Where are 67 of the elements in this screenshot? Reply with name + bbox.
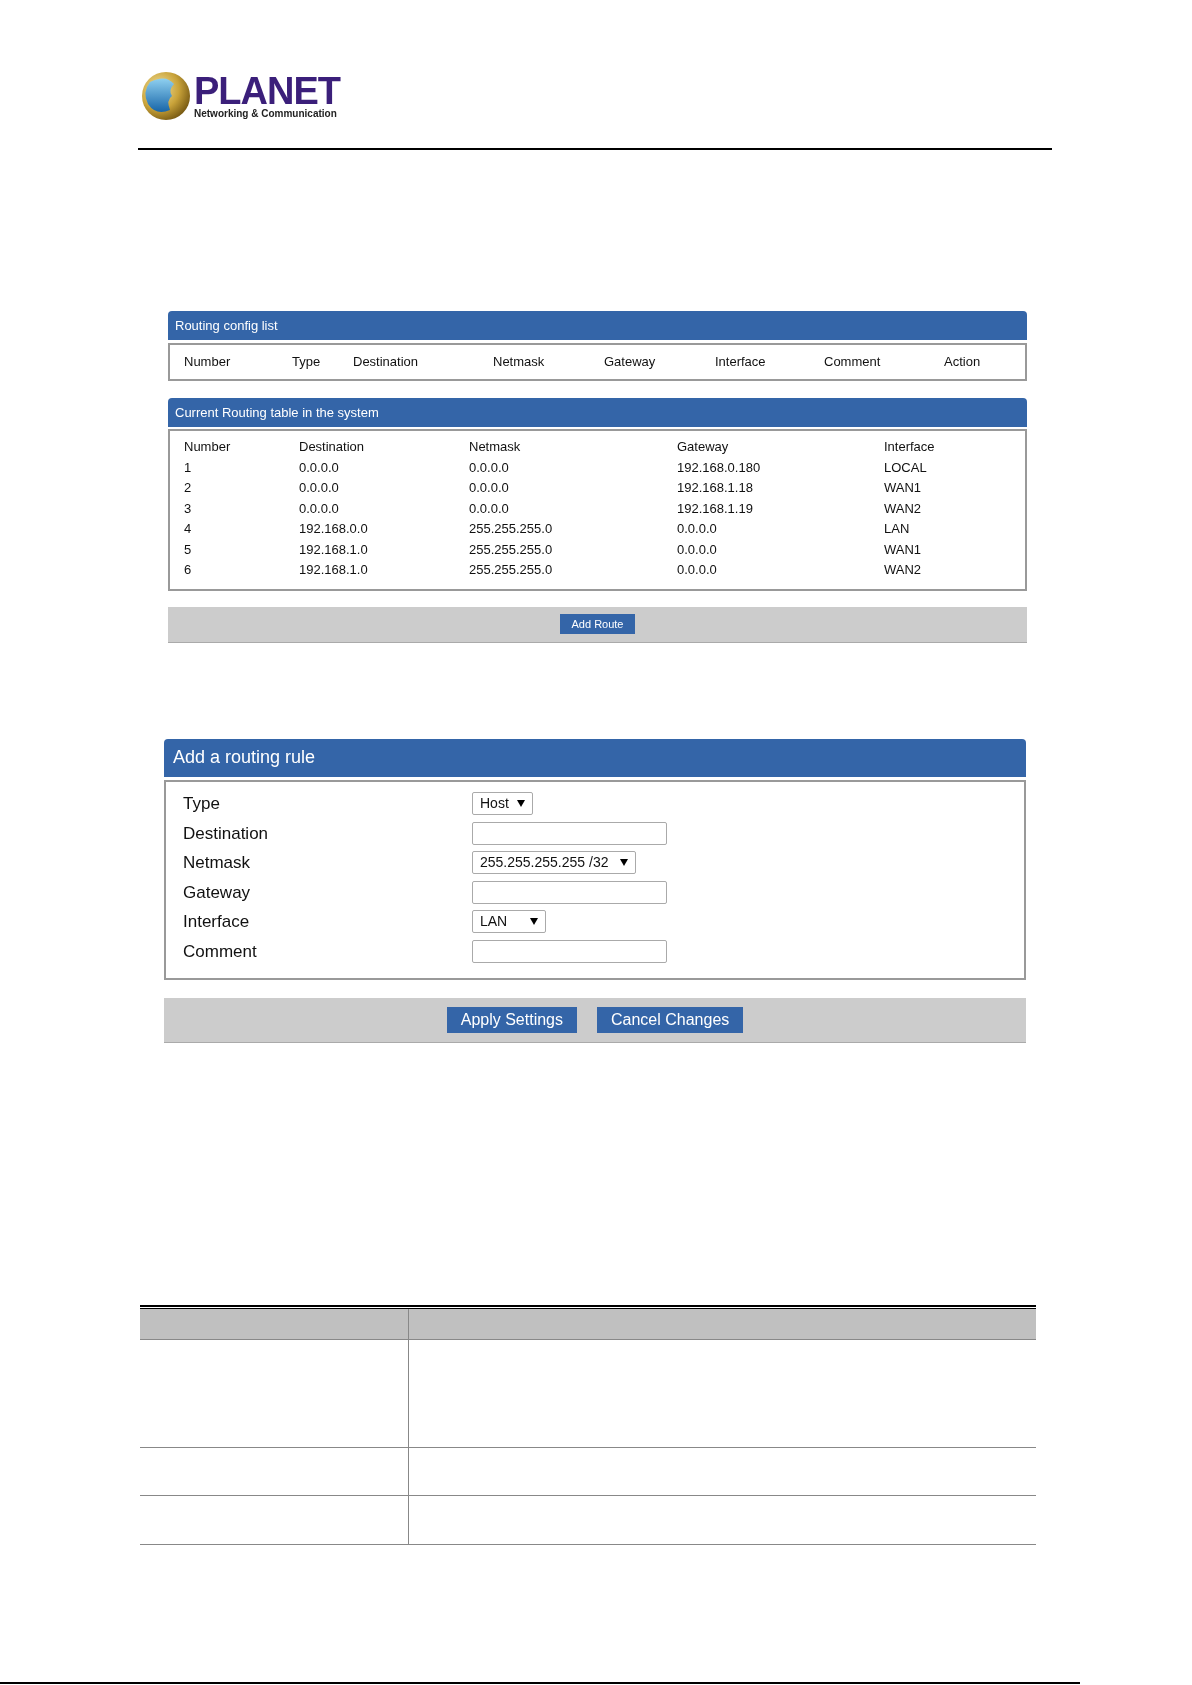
table-cell-text: 0.0.0.0 (677, 520, 718, 538)
column-header: Number (184, 353, 232, 372)
table-cell-text: 6 (184, 561, 193, 579)
input-field[interactable] (472, 939, 667, 963)
table-cell-text: 0.0.0.0 (677, 561, 718, 579)
field-label: Netmask (183, 852, 252, 874)
column-header: Comment (824, 353, 882, 372)
column-header: Gateway (604, 353, 657, 372)
table-cell-text: 2 (184, 479, 193, 497)
table-cell-text: 0.0.0.0 (677, 540, 718, 559)
table-cell-text: 0.0.0.0 (299, 479, 340, 497)
table-cell-text: LAN (884, 520, 911, 538)
column-header: Action (944, 353, 982, 372)
column-header: Destination (353, 353, 420, 372)
table-cell-text: 192.168.1.0 (299, 561, 369, 579)
table-cell-text: 4 (184, 520, 193, 538)
brand-name: PLANET (194, 73, 340, 109)
table-cell-text: 0.0.0.0 (469, 499, 510, 518)
panel-header: Routing config list (168, 311, 1027, 340)
add-route-button[interactable]: Add Route (559, 614, 636, 634)
panel-header: Current Routing table in the system (168, 398, 1027, 427)
column-header: Type (292, 353, 322, 372)
column-header: Netmask (493, 353, 546, 372)
field-label: Comment (183, 940, 258, 963)
caret-icon (530, 918, 538, 926)
field-label: Destination (183, 822, 270, 845)
brand-tagline: Networking & Communication (194, 109, 338, 119)
table-cell-text: 255.255.255.0 (469, 561, 554, 579)
dropdown[interactable]: 255.255.255.255 /32 (472, 851, 636, 875)
table-cell-text: 3 (184, 499, 193, 518)
table-cell-text: 192.168.0.180 (677, 458, 762, 477)
table-cell-text: 0.0.0.0 (469, 479, 510, 497)
dropdown[interactable]: Host (472, 792, 533, 816)
column-header: Interface (715, 353, 767, 372)
input-field[interactable] (472, 821, 667, 845)
dropdown[interactable]: LAN (472, 910, 546, 934)
table-cell-text: 192.168.0.0 (299, 520, 369, 538)
table-cell-text: 0.0.0.0 (299, 458, 340, 477)
table-cell-text: 5 (184, 540, 193, 559)
column-header: Gateway (677, 438, 730, 456)
table-cell-text: WAN1 (884, 540, 923, 559)
table-cell-text: 0.0.0.0 (469, 458, 510, 477)
action-button[interactable]: Cancel Changes (597, 1006, 744, 1033)
table-cell-text: 192.168.1.18 (677, 479, 754, 497)
table-cell-text: LOCAL (884, 458, 928, 477)
field-label: Gateway (183, 881, 252, 904)
caret-icon (620, 859, 628, 867)
table-cell-text: 192.168.1.0 (299, 540, 369, 559)
table-cell-text: 255.255.255.0 (469, 520, 554, 538)
table-cell-text: 1 (184, 458, 193, 477)
table-cell-text: 0.0.0.0 (299, 499, 340, 518)
table-cell-text: WAN1 (884, 479, 923, 497)
table-cell-text: 255.255.255.0 (469, 540, 554, 559)
field-label: Type (183, 793, 221, 815)
column-header: Interface (884, 438, 936, 456)
column-header: Destination (299, 438, 366, 456)
panel-header: Add a routing rule (164, 738, 1026, 777)
action-button[interactable]: Apply Settings (446, 1006, 577, 1033)
caret-icon (517, 800, 525, 808)
column-header: Number (184, 438, 232, 456)
input-field[interactable] (472, 880, 667, 904)
column-header: Netmask (469, 438, 522, 456)
table-cell-text: WAN2 (884, 561, 923, 579)
table-cell-text: 192.168.1.19 (677, 499, 754, 518)
table-cell-text: WAN2 (884, 499, 923, 518)
field-label: Interface (183, 911, 251, 933)
globe-logo-icon (140, 70, 192, 122)
